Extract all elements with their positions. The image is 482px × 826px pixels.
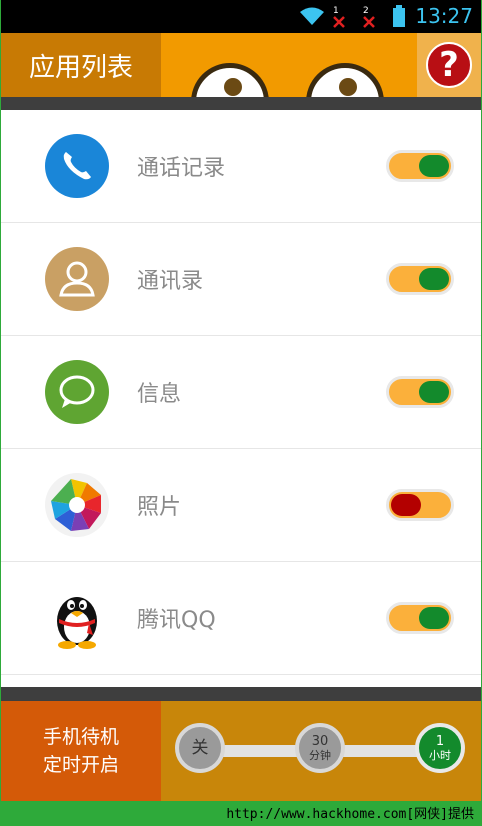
timer-label-line1: 手机待机 — [42, 726, 119, 748]
divider — [1, 687, 481, 701]
sim2-no-signal-icon: 2 — [361, 4, 377, 32]
watermark: http://www.hackhome.com[网侠]提供 — [226, 807, 474, 822]
message-icon — [45, 360, 109, 424]
cartoon-eye-left-icon — [191, 63, 269, 97]
app-screen: 1 2 13:27 应用列表 ? 通话记录 通讯录 信息 照片 腾讯QQ 手机待… — [1, 0, 481, 801]
qq-penguin-icon — [45, 586, 109, 650]
timer-label-line2: 定时开启 — [42, 754, 119, 776]
toggle-switch[interactable] — [386, 150, 454, 182]
timer-option-unit: 小时 — [429, 748, 451, 762]
list-item: 信息 — [1, 336, 481, 449]
header-bar: 应用列表 ? — [1, 33, 481, 97]
app-name: 通讯录 — [137, 269, 204, 294]
timer-label: 手机待机 定时开启 — [1, 701, 161, 801]
list-item: 通讯录 — [1, 223, 481, 336]
list-item: 通话记录 — [1, 110, 481, 223]
page-title: 应用列表 — [1, 33, 161, 97]
contacts-icon — [45, 247, 109, 311]
app-list: 通话记录 通讯录 信息 照片 腾讯QQ — [1, 110, 481, 675]
timer-option-unit: 分钟 — [309, 748, 331, 762]
status-bar: 1 2 13:27 — [1, 0, 481, 33]
photos-icon — [45, 473, 109, 537]
list-item: 腾讯QQ — [1, 562, 481, 675]
timer-option-text: 关 — [191, 738, 209, 758]
help-button[interactable]: ? — [417, 33, 481, 97]
app-name: 通话记录 — [137, 156, 226, 181]
battery-icon — [393, 5, 405, 31]
timer-option-30min[interactable]: 30 分钟 — [295, 723, 345, 773]
sim1-no-signal-icon: 1 — [331, 4, 347, 32]
toggle-switch[interactable] — [386, 489, 454, 521]
toggle-switch[interactable] — [386, 602, 454, 634]
app-name: 照片 — [137, 495, 182, 520]
app-name: 信息 — [137, 382, 182, 407]
divider — [1, 97, 481, 110]
wifi-icon — [299, 6, 325, 30]
timer-option-text: 1 — [435, 733, 445, 749]
app-name: 腾讯QQ — [137, 608, 216, 633]
svg-text:2: 2 — [363, 6, 369, 16]
clock: 13:27 — [415, 4, 473, 28]
toggle-switch[interactable] — [386, 263, 454, 295]
phone-icon — [45, 134, 109, 198]
svg-text:1: 1 — [333, 6, 339, 16]
toggle-switch[interactable] — [386, 376, 454, 408]
timer-option-1hour[interactable]: 1 小时 — [415, 723, 465, 773]
timer-option-off[interactable]: 关 — [175, 723, 225, 773]
standby-timer-panel: 手机待机 定时开启 关 30 分钟 1 小时 — [1, 701, 481, 801]
cartoon-eye-right-icon — [306, 63, 384, 97]
list-item: 照片 — [1, 449, 481, 562]
timer-option-text: 30 — [311, 733, 329, 749]
help-icon: ? — [426, 42, 472, 88]
